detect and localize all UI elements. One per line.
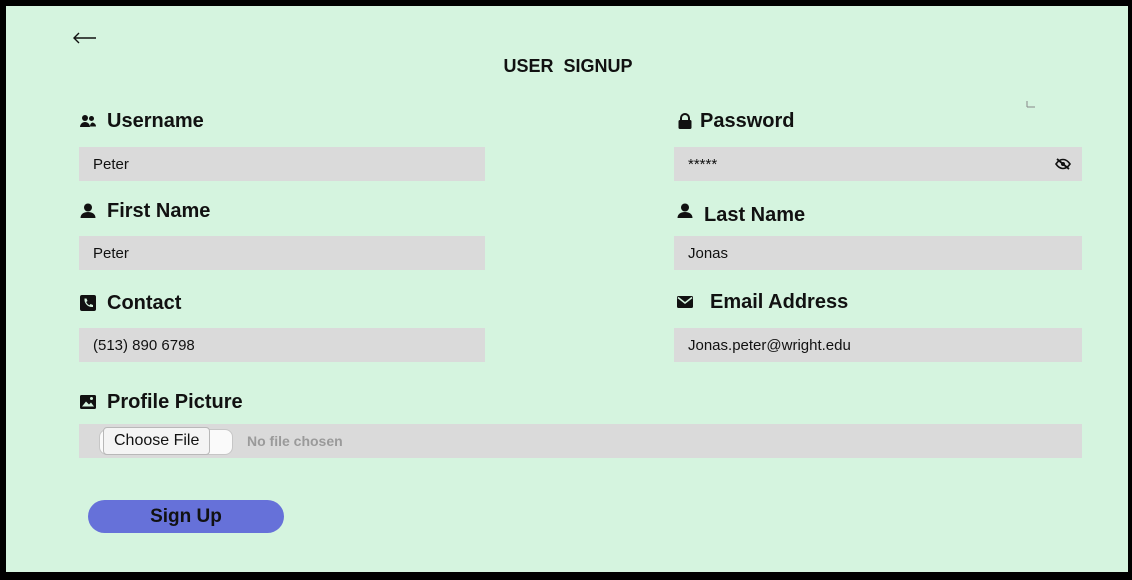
username-input[interactable]: Peter [79,147,485,181]
users-icon [79,112,97,130]
back-button[interactable] [72,28,98,48]
password-input[interactable]: ***** [674,147,1082,181]
first-name-label: First Name [79,198,210,224]
password-label: Password [676,108,794,134]
user-icon [79,202,97,220]
profile-picture-input[interactable]: Choose File No file chosen [79,424,1082,458]
signup-panel [6,6,1128,572]
username-label: Username [79,108,204,134]
contact-label: Contact [79,290,181,316]
signup-button[interactable]: Sign Up [88,500,284,533]
stray-mark [1026,101,1035,108]
first-name-input[interactable]: Peter [79,236,485,270]
email-input[interactable]: Jonas.peter@wright.edu [674,328,1082,362]
envelope-icon [676,293,694,311]
page-title: USER SIGNUP [503,56,633,76]
lock-icon [676,112,694,130]
profile-picture-label: Profile Picture [79,389,243,415]
image-icon [79,393,97,411]
last-name-label: Last Name [676,202,805,228]
user-icon [676,202,694,220]
arrow-left-icon [73,32,96,44]
last-name-input[interactable]: Jonas [674,236,1082,270]
eye-slash-icon[interactable] [1054,155,1072,173]
file-status: No file chosen [247,433,343,449]
email-label: Email Address [676,289,848,315]
contact-input[interactable]: (513) 890 6798 [79,328,485,362]
phone-icon [79,294,97,312]
choose-file-button[interactable]: Choose File [103,427,211,455]
